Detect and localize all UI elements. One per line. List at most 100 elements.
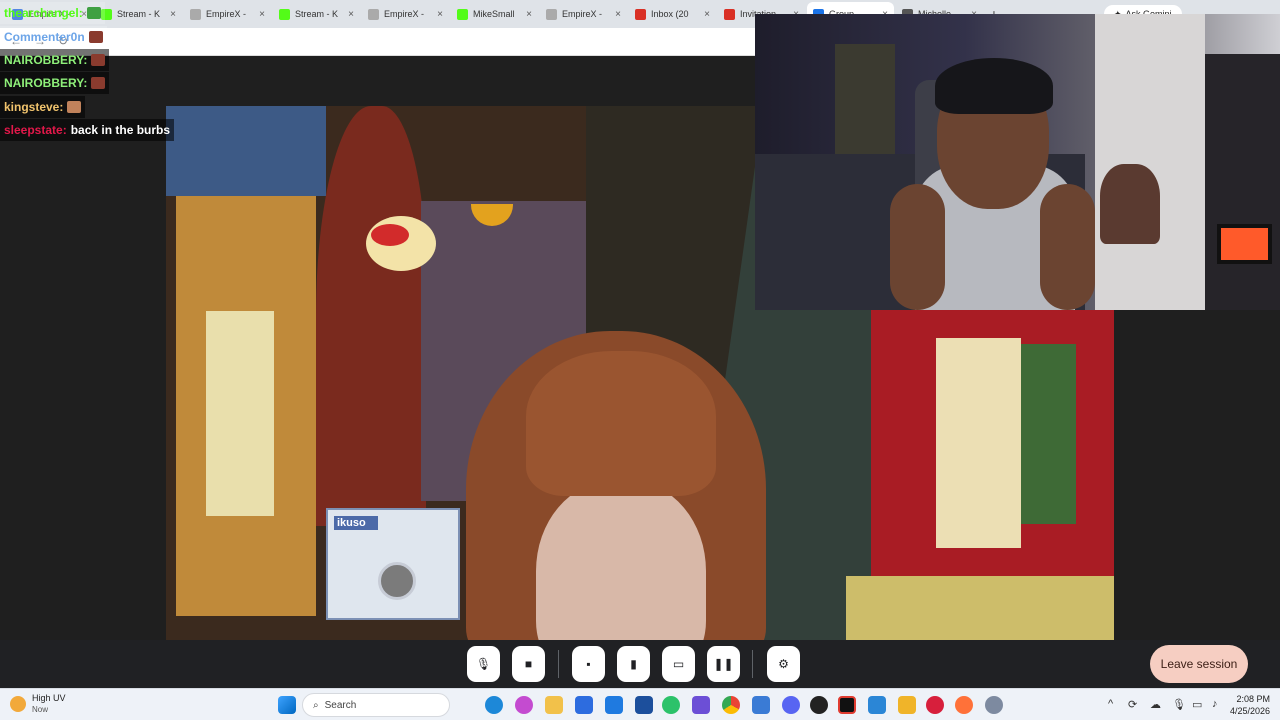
chat-message: thearchangel: [0, 2, 105, 24]
sync-icon[interactable]: ⟳ [1128, 698, 1137, 711]
camera-button[interactable]: ■ [512, 646, 545, 682]
copilot-icon[interactable] [515, 696, 533, 714]
screen-share-icon: ▭ [672, 657, 685, 671]
chat-username: sleepstate: [4, 123, 67, 137]
chat-username: NAIROBBERY: [4, 76, 88, 90]
microphone-tray-icon[interactable]: 🎙 [1172, 698, 1186, 711]
emote-icon [88, 31, 103, 43]
tab-title: Stream - K [117, 9, 161, 19]
close-tab-icon[interactable]: × [615, 9, 621, 20]
tab-favicon-icon [635, 8, 646, 20]
browser-tab[interactable]: EmpireX - × [184, 2, 271, 26]
start-icon[interactable] [278, 696, 296, 714]
close-tab-icon[interactable]: × [437, 9, 443, 20]
browser-tab[interactable]: MikeSmall × [451, 2, 538, 26]
store-icon[interactable] [575, 696, 593, 714]
controls-divider [558, 650, 559, 678]
dropbox-icon[interactable] [605, 696, 623, 714]
product-box-label: ikuso [334, 516, 378, 530]
chat-message: Commenter0n [0, 26, 107, 48]
chat-button[interactable]: ▪ [572, 646, 605, 682]
chat-message: NAIROBBERY: [0, 49, 110, 71]
clock-date: 4/25/2026 [1229, 706, 1270, 716]
browser-toolbar: ← → ↻ [0, 28, 760, 56]
display-icon[interactable]: ▭ [1192, 698, 1202, 711]
app-icon[interactable] [692, 696, 710, 714]
horse-statue [1100, 164, 1160, 244]
tab-title: EmpireX - [562, 9, 603, 19]
clipboard-button[interactable]: ▮ [617, 646, 650, 682]
tab-title: EmpireX - [384, 9, 425, 19]
obs-icon[interactable] [810, 696, 828, 714]
cloud-icon[interactable]: ☁ [1150, 698, 1161, 711]
leave-session-label: Leave session [1160, 657, 1238, 671]
firefox-icon[interactable] [955, 696, 973, 714]
mic-icon: 🎙 [475, 657, 492, 671]
close-tab-icon[interactable]: × [526, 9, 532, 20]
tab-title: Inbox (20 [651, 9, 689, 19]
taskbar-search[interactable]: ⌕ Search [302, 693, 450, 717]
emote-icon [91, 77, 106, 89]
gear-icon: ⚙ [778, 657, 789, 671]
file-explorer-icon[interactable] [545, 696, 563, 714]
app-icon[interactable] [898, 696, 916, 714]
participant-figure [456, 331, 776, 640]
product-box: ikuso [326, 508, 460, 620]
browser-tab[interactable]: EmpireX - × [540, 2, 627, 26]
tab-favicon-icon [190, 8, 201, 20]
epic-games-icon[interactable] [838, 696, 856, 714]
app-icon[interactable] [662, 696, 680, 714]
chat-username: Commenter0n [4, 30, 85, 44]
tab-title: MikeSmall [473, 9, 515, 19]
tab-favicon-icon [724, 8, 735, 20]
emote-icon [67, 101, 82, 113]
close-tab-icon[interactable]: × [259, 9, 265, 20]
edge-icon[interactable] [485, 696, 503, 714]
chat-icon: ▪ [586, 657, 591, 671]
app-icon[interactable] [926, 696, 944, 714]
search-placeholder: Search [324, 699, 357, 711]
settings-button[interactable]: ⚙ [767, 646, 800, 682]
controls-divider [752, 650, 753, 678]
settings-app-icon[interactable] [985, 696, 1003, 714]
clipboard-icon: ▮ [630, 657, 637, 671]
app-icon[interactable] [868, 696, 886, 714]
browser-tab[interactable]: EmpireX - × [362, 2, 449, 26]
weather-widget[interactable]: High UV Now [10, 693, 66, 715]
chat-text: back in the burbs [70, 123, 171, 137]
emote-icon [86, 7, 101, 19]
browser-tab[interactable]: Inbox (20 × [629, 2, 716, 26]
chat-message: NAIROBBERY: [0, 72, 110, 94]
app-icon[interactable] [752, 696, 770, 714]
leave-session-button[interactable]: Leave session [1150, 645, 1248, 683]
close-tab-icon[interactable]: × [348, 9, 354, 20]
browser-tab[interactable]: Stream - K × [95, 2, 182, 26]
chat-message: kingsteve: [0, 96, 86, 118]
emote-icon [91, 54, 106, 66]
chevron-up-icon[interactable]: ^ [1108, 698, 1113, 710]
close-tab-icon[interactable]: × [704, 9, 710, 20]
chat-message: sleepstate: back in the burbs [0, 119, 175, 141]
pause-button[interactable]: ❚❚ [707, 646, 740, 682]
volume-icon[interactable]: ♪ [1212, 698, 1218, 710]
weather-subtitle: Now [32, 705, 49, 714]
screen-share-button[interactable]: ▭ [662, 646, 695, 682]
pause-icon: ❚❚ [713, 657, 734, 671]
discord-icon[interactable] [782, 696, 800, 714]
browser-tab[interactable]: Stream - K × [273, 2, 360, 26]
clock-time: 2:08 PM [1236, 694, 1270, 704]
sun-icon [10, 696, 26, 712]
camera-icon: ■ [524, 657, 533, 671]
tab-title: EmpireX - [206, 9, 247, 19]
windows-taskbar: High UV Now ⌕ Search ^ ⟳ ☁ 🎙 ▭ ♪ 2:08 PM… [0, 688, 1280, 720]
system-clock[interactable]: 2:08 PM 4/25/2026 [1222, 693, 1270, 717]
chat-username: thearchangel: [4, 6, 83, 20]
chat-username: kingsteve: [4, 100, 64, 114]
mic-button[interactable]: 🎙 [467, 646, 500, 682]
app-icon[interactable] [635, 696, 653, 714]
tab-favicon-icon [279, 8, 290, 20]
tab-favicon-icon [368, 8, 379, 20]
chrome-icon[interactable] [722, 696, 740, 714]
weather-title: High UV [32, 693, 66, 703]
close-tab-icon[interactable]: × [170, 9, 176, 20]
